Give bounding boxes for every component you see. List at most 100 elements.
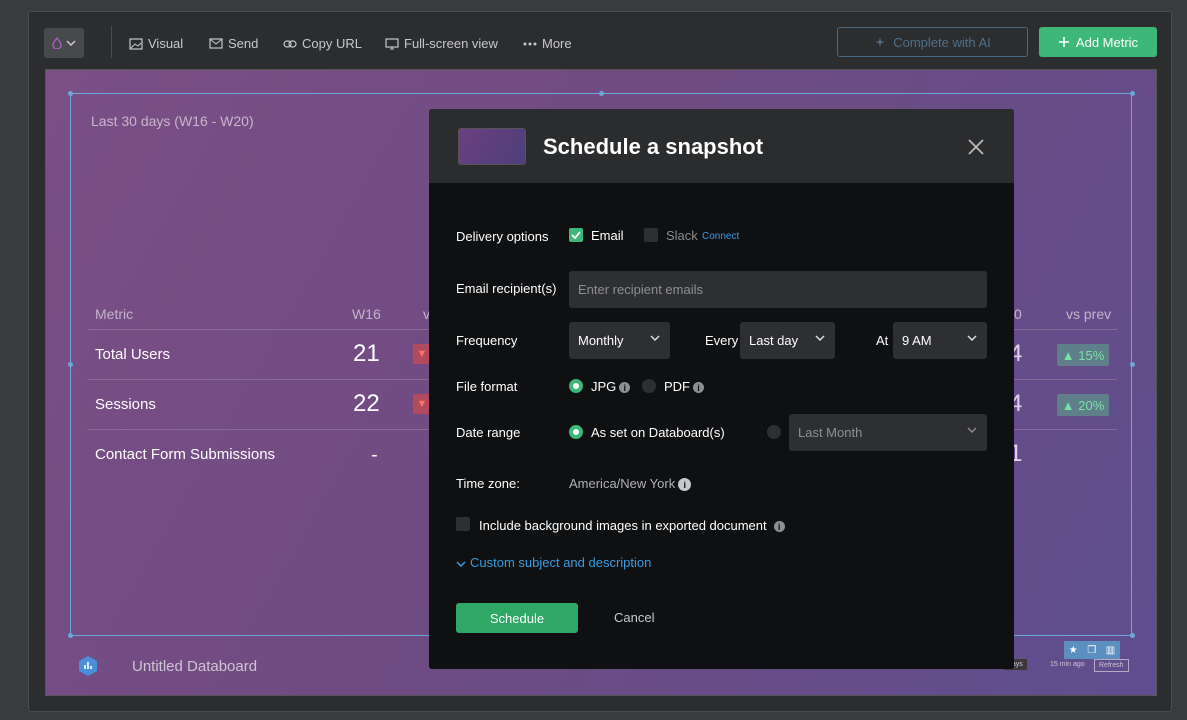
email-checkbox[interactable] — [569, 228, 583, 242]
frequency-select[interactable]: Monthly — [569, 322, 670, 359]
chevron-down-icon — [815, 335, 825, 341]
resize-handle[interactable] — [599, 91, 604, 96]
databox-logo-icon — [79, 656, 97, 676]
resize-handle[interactable] — [68, 362, 73, 367]
refresh-button[interactable]: Refresh — [1094, 659, 1129, 672]
jpg-option: JPG i — [591, 379, 631, 394]
file-format-label: File format — [456, 379, 518, 394]
plus-icon — [1058, 37, 1069, 47]
metric-value: 22 — [353, 390, 380, 417]
complete-with-ai-button[interactable]: Complete with AI — [837, 27, 1028, 57]
toolbar-divider — [111, 26, 112, 58]
change-badge: ▲ 15% — [1057, 344, 1109, 366]
time-zone-value: America/New York i — [569, 476, 692, 492]
monitor-icon — [385, 37, 399, 49]
envelope-icon — [209, 38, 223, 49]
time-zone-label: Time zone: — [456, 476, 520, 491]
resize-handle[interactable] — [1130, 362, 1135, 367]
link-icon — [283, 39, 297, 48]
schedule-snapshot-modal: Schedule a snapshot Delivery options Ema… — [429, 109, 1014, 669]
email-recipients-input[interactable]: Enter recipient emails — [569, 271, 987, 308]
add-metric-label: Add Metric — [1075, 34, 1139, 50]
theme-dropdown-button[interactable] — [44, 28, 84, 58]
schedule-button[interactable]: Schedule — [456, 603, 578, 633]
slack-option-label: Slack — [666, 228, 698, 243]
time-value: 9 AM — [902, 333, 932, 348]
toolbar: Visual Send Copy URL Full-screen view Mo… — [29, 12, 1171, 70]
frequency-value: Monthly — [578, 333, 624, 348]
w16-column-header: W16 — [352, 306, 381, 322]
vs-prev-column-header: vs prev — [1066, 306, 1112, 322]
include-background-checkbox[interactable] — [456, 517, 470, 531]
complete-with-ai-label: Complete with AI — [893, 34, 991, 50]
sparkle-icon — [875, 36, 886, 47]
chevron-down-icon — [456, 561, 466, 568]
databoard-title[interactable]: Untitled Databoard — [132, 658, 257, 675]
include-background-option: Include background images in exported do… — [479, 518, 785, 533]
add-metric-button[interactable]: Add Metric — [1039, 27, 1157, 57]
pdf-option: PDF i — [664, 379, 704, 394]
copy-url-button[interactable]: Copy URL — [283, 36, 362, 51]
as-set-option-label: As set on Databoard(s) — [591, 425, 725, 440]
email-option-label: Email — [591, 228, 624, 243]
chevron-down-icon — [66, 40, 76, 46]
image-icon — [129, 37, 143, 50]
slack-connect-link[interactable]: Connect — [702, 231, 739, 242]
send-button[interactable]: Send — [209, 36, 258, 51]
trash-icon[interactable]: ▥ — [1106, 645, 1115, 656]
email-recipients-label: Email recipient(s) — [456, 281, 557, 296]
frequency-label: Frequency — [456, 333, 518, 348]
metric-name: Contact Form Submissions — [95, 446, 276, 463]
databoard-thumbnail — [458, 128, 526, 165]
fullscreen-label: Full-screen view — [404, 36, 498, 51]
every-value: Last day — [749, 333, 799, 348]
date-range-label: Date range — [456, 425, 521, 440]
date-range-select[interactable]: Last Month — [789, 414, 987, 451]
slack-checkbox[interactable] — [644, 228, 658, 242]
every-select[interactable]: Last day — [740, 322, 835, 359]
metric-value: - — [371, 444, 378, 466]
close-icon[interactable] — [966, 137, 986, 157]
info-icon: i — [619, 382, 631, 394]
resize-handle[interactable] — [68, 633, 73, 638]
chevron-down-icon — [967, 335, 977, 341]
as-set-radio[interactable] — [569, 425, 583, 439]
at-label: At — [876, 333, 889, 348]
copy-url-label: Copy URL — [302, 36, 362, 51]
info-icon: i — [693, 382, 704, 394]
cancel-button[interactable]: Cancel — [614, 610, 654, 625]
date-range-value: Last Month — [798, 425, 863, 440]
visual-button[interactable]: Visual — [129, 36, 183, 51]
metric-column-header: Metric — [95, 306, 134, 322]
fullscreen-button[interactable]: Full-screen view — [385, 36, 498, 51]
checkmark-icon — [571, 231, 581, 240]
modal-title: Schedule a snapshot — [543, 134, 764, 159]
metric-name: Sessions — [95, 396, 156, 413]
resize-handle[interactable] — [68, 91, 73, 96]
time-select[interactable]: 9 AM — [893, 322, 987, 359]
date-period-label: Last 30 days (W16 - W20) — [91, 113, 254, 129]
metric-name: Total Users — [95, 346, 171, 363]
info-icon: i — [678, 478, 692, 492]
modal-header: Schedule a snapshot — [429, 109, 1014, 183]
star-icon[interactable]: ★ — [1069, 645, 1078, 656]
last-week-column-header: 0 — [1014, 306, 1022, 322]
delivery-options-label: Delivery options — [456, 229, 549, 244]
resize-handle[interactable] — [1130, 91, 1135, 96]
metric-value: 21 — [353, 340, 380, 367]
more-button[interactable]: More — [523, 36, 572, 51]
custom-range-radio[interactable] — [767, 425, 781, 439]
chevron-down-icon — [967, 427, 977, 433]
pdf-radio[interactable] — [642, 379, 656, 393]
resize-handle[interactable] — [1130, 633, 1135, 638]
droplet-icon — [52, 37, 62, 49]
more-label: More — [542, 36, 572, 51]
copy-icon[interactable]: ❐ — [1087, 645, 1096, 656]
visual-label: Visual — [148, 36, 184, 51]
info-icon: i — [773, 521, 785, 533]
jpg-radio[interactable] — [569, 379, 583, 393]
updated-ago-label: 15 min ago — [1050, 661, 1085, 668]
chevron-down-icon — [650, 335, 660, 341]
more-dots-icon — [523, 42, 537, 45]
custom-subject-toggle[interactable]: Custom subject and description — [456, 555, 651, 570]
